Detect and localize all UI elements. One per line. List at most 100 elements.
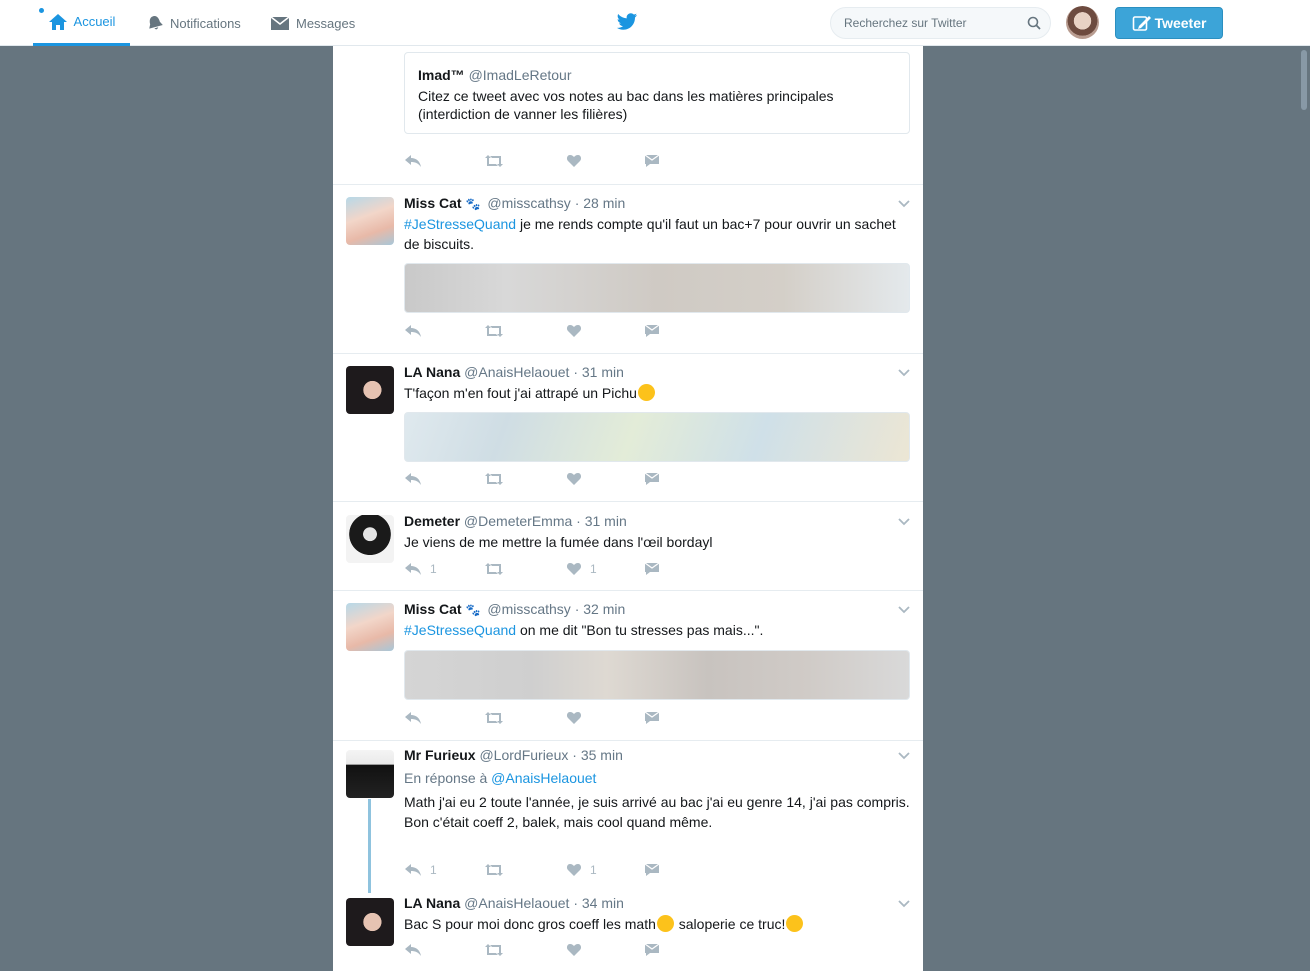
retweet-button[interactable]: [484, 154, 504, 168]
reply-button[interactable]: [404, 943, 422, 957]
tweet-item[interactable]: Miss Cat 🐾 @misscathsy · 28 min #JeStres…: [333, 185, 923, 354]
message-icon: [644, 943, 660, 956]
retweet-button[interactable]: [484, 324, 504, 338]
author-avatar[interactable]: [346, 603, 394, 651]
chevron-down-icon[interactable]: [898, 900, 910, 908]
account-avatar[interactable]: [1066, 6, 1099, 39]
search-icon[interactable]: [1027, 16, 1041, 30]
tweet-timestamp[interactable]: · 31 min: [573, 364, 624, 380]
reply-button[interactable]: 1: [404, 562, 437, 576]
tweet-media-image[interactable]: [404, 412, 910, 462]
twitter-bird-logo[interactable]: [616, 12, 638, 32]
author-handle[interactable]: @AnaisHelaouet: [464, 895, 569, 911]
search-input[interactable]: [844, 8, 1024, 38]
like-button[interactable]: [566, 472, 582, 486]
tweet-timestamp[interactable]: · 35 min: [572, 747, 623, 763]
tweet-item[interactable]: LA Nana @AnaisHelaouet · 31 min T'façon …: [333, 354, 923, 502]
tweet-body: T'façon m'en fout j'ai attrapé un Pichu: [404, 385, 637, 401]
tweet-media-image[interactable]: [404, 263, 910, 313]
tweet-button[interactable]: Tweeter: [1115, 7, 1223, 39]
tweet-header: Miss Cat 🐾 @misscathsy · 32 min: [404, 601, 625, 617]
reply-icon: [405, 473, 421, 485]
chevron-down-icon[interactable]: [898, 752, 910, 760]
home-icon: [48, 13, 67, 30]
direct-message-button[interactable]: [644, 154, 660, 168]
like-button[interactable]: 1: [566, 863, 597, 877]
author-name[interactable]: Miss Cat: [404, 195, 462, 211]
retweet-button[interactable]: [484, 562, 504, 576]
author-avatar[interactable]: [346, 898, 394, 946]
author-handle[interactable]: @LordFurieux: [479, 747, 568, 763]
nav-home-tab[interactable]: Accueil: [33, 0, 130, 46]
direct-message-button[interactable]: [644, 562, 660, 576]
tweet-item[interactable]: Demeter @DemeterEmma · 31 min Je viens d…: [333, 502, 923, 591]
author-name[interactable]: Miss Cat: [404, 601, 462, 617]
reply-icon: [405, 563, 421, 575]
tweet-timestamp[interactable]: · 32 min: [575, 601, 626, 617]
retweet-button[interactable]: [484, 472, 504, 486]
author-handle[interactable]: @misscathsy: [487, 601, 570, 617]
conversation-thread[interactable]: Mr Furieux @LordFurieux · 35 min En répo…: [333, 741, 923, 971]
author-name[interactable]: Demeter: [404, 513, 460, 529]
reply-button[interactable]: [404, 711, 422, 725]
tweet-actions: [404, 154, 734, 172]
direct-message-button[interactable]: [644, 472, 660, 486]
author-name[interactable]: LA Nana: [404, 895, 460, 911]
like-button[interactable]: [566, 324, 582, 338]
like-button[interactable]: 1: [566, 562, 597, 576]
author-avatar[interactable]: [346, 197, 394, 245]
reply-button[interactable]: [404, 472, 422, 486]
direct-message-button[interactable]: [644, 324, 660, 338]
nav-messages-tab[interactable]: Messages: [270, 0, 355, 46]
tweet-actions: [404, 472, 734, 490]
retweet-button[interactable]: [484, 943, 504, 957]
page-scrollbar[interactable]: [1298, 46, 1310, 971]
chevron-down-icon[interactable]: [898, 200, 910, 208]
tweet-timestamp[interactable]: · 31 min: [576, 513, 627, 529]
reply-button[interactable]: 1: [404, 863, 437, 877]
tweet-media-image[interactable]: [404, 650, 910, 700]
author-handle[interactable]: @AnaisHelaouet: [464, 364, 569, 380]
nav-notifications-tab[interactable]: Notifications: [146, 0, 241, 46]
tears-of-joy-emoji: [786, 915, 804, 932]
hashtag-link[interactable]: #JeStresseQuand: [404, 622, 516, 638]
like-button[interactable]: [566, 943, 582, 957]
tweet-item[interactable]: Imad™ @ImadLeRetour Citez ce tweet avec …: [333, 46, 923, 185]
author-name[interactable]: LA Nana: [404, 364, 460, 380]
quoted-tweet[interactable]: Imad™ @ImadLeRetour Citez ce tweet avec …: [404, 52, 910, 134]
chevron-down-icon[interactable]: [898, 606, 910, 614]
like-button[interactable]: [566, 154, 582, 168]
chevron-down-icon[interactable]: [898, 369, 910, 377]
author-avatar[interactable]: [346, 515, 394, 563]
tweet-timestamp[interactable]: · 28 min: [575, 195, 626, 211]
chevron-down-icon[interactable]: [898, 518, 910, 526]
tweet-timestamp[interactable]: · 34 min: [573, 895, 624, 911]
direct-message-button[interactable]: [644, 863, 660, 877]
retweet-icon: [485, 563, 503, 575]
tweet-header: Miss Cat 🐾 @misscathsy · 28 min: [404, 195, 625, 211]
bell-icon: [149, 16, 163, 30]
hashtag-link[interactable]: #JeStresseQuand: [404, 216, 516, 232]
heart-icon: [566, 563, 582, 575]
direct-message-button[interactable]: [644, 943, 660, 957]
paw-emoji: 🐾: [465, 603, 481, 617]
scrollbar-thumb[interactable]: [1301, 50, 1307, 110]
author-handle[interactable]: @misscathsy: [487, 195, 570, 211]
tweet-actions: [404, 324, 734, 342]
author-avatar[interactable]: [346, 750, 394, 798]
reply-button[interactable]: [404, 154, 422, 168]
tweet-item[interactable]: Miss Cat 🐾 @misscathsy · 32 min #JeStres…: [333, 591, 923, 741]
retweet-button[interactable]: [484, 711, 504, 725]
nav-notifications-label: Notifications: [170, 15, 241, 31]
retweet-button[interactable]: [484, 863, 504, 877]
search-box[interactable]: [830, 7, 1051, 39]
author-name[interactable]: Mr Furieux: [404, 747, 476, 763]
author-handle[interactable]: @DemeterEmma: [464, 513, 572, 529]
message-icon: [644, 324, 660, 337]
author-avatar[interactable]: [346, 366, 394, 414]
like-button[interactable]: [566, 711, 582, 725]
tweet-text: Bac S pour moi donc gros coeff les math …: [404, 914, 912, 934]
reply-button[interactable]: [404, 324, 422, 338]
direct-message-button[interactable]: [644, 711, 660, 725]
reply-mention-link[interactable]: @AnaisHelaouet: [491, 770, 596, 786]
